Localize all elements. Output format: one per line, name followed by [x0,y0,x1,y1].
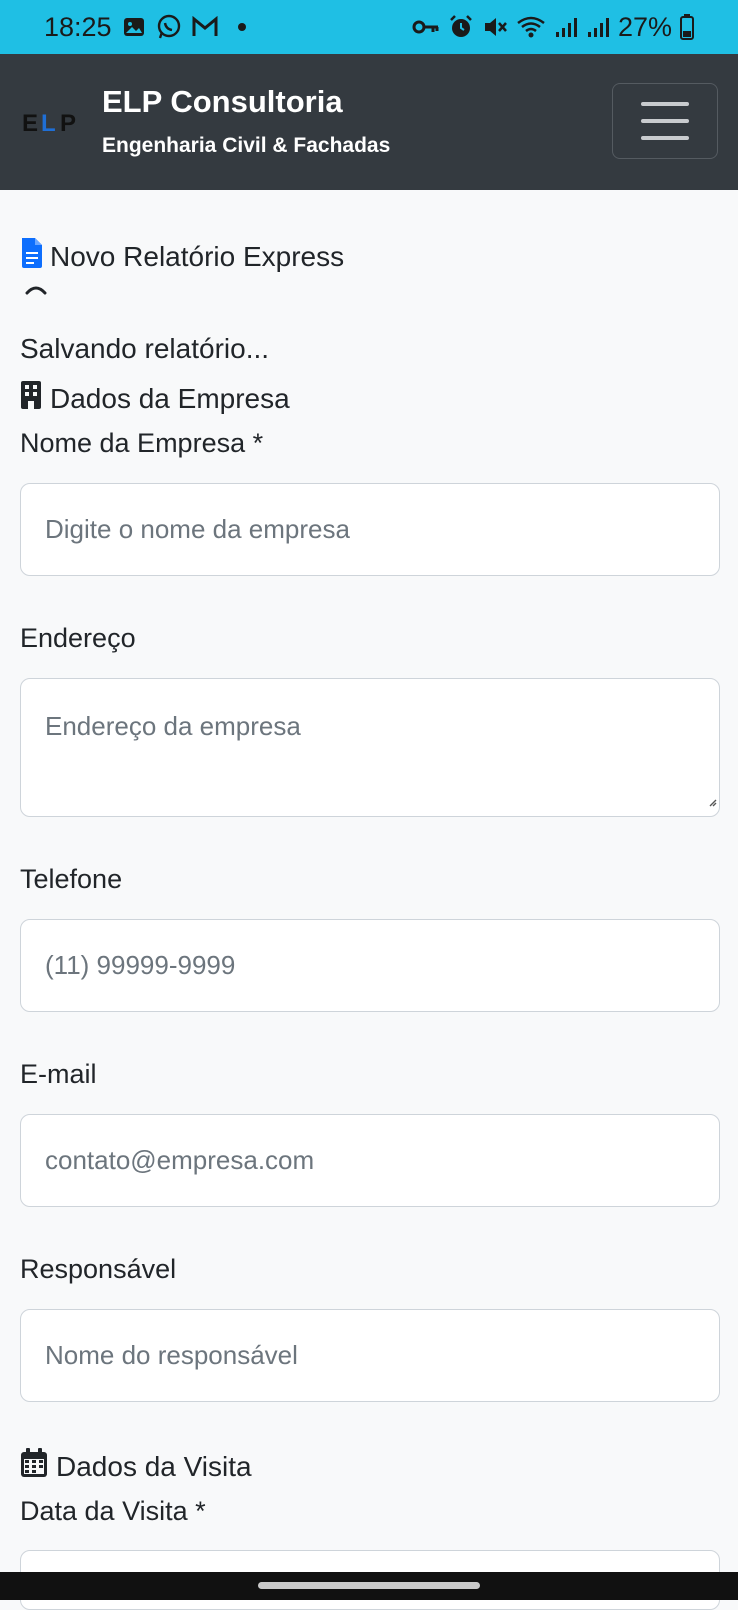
brand-subtitle: Engenharia Civil & Fachadas [102,134,391,157]
svg-text:E: E [22,110,38,135]
brand-title[interactable]: ELP Consultoria [102,84,343,120]
section-visit-title: Dados da Visita [56,1450,252,1482]
signal-icon [554,16,578,38]
phone-input[interactable]: (11) 99999-9999 [20,919,720,1012]
whatsapp-icon [156,14,182,40]
svg-text:P: P [60,110,76,135]
email-placeholder: contato@empresa.com [45,1145,315,1175]
phone-label: Telefone [20,864,123,894]
hamburger-icon [641,102,689,106]
svg-text:L: L [41,110,56,135]
alarm-icon [448,14,474,40]
key-icon [412,17,440,37]
signal-icon [586,16,610,38]
page-title-text: Novo Relatório Express [50,240,345,272]
resize-handle-icon[interactable] [707,783,717,814]
company-name-input[interactable]: Digite o nome da empresa [20,483,720,576]
gmail-icon [192,16,218,38]
address-placeholder: Endereço da empresa [45,711,301,741]
clock: 18:25 [44,11,112,42]
battery-percent: 27% [617,11,672,42]
responsible-placeholder: Nome do responsável [45,1340,298,1370]
email-label: E-mail [20,1059,97,1089]
address-label: Endereço [20,623,136,653]
brand-logo[interactable]: E L P [22,109,84,137]
address-textarea[interactable]: Endereço da empresa [20,678,720,817]
mute-icon [482,15,508,39]
home-gesture-handle[interactable] [258,1582,480,1589]
file-icon [20,238,44,275]
email-input[interactable]: contato@empresa.com [20,1114,720,1207]
wifi-icon [516,15,546,39]
gesture-bar [0,1572,738,1600]
saving-status: Salvando relatório... [20,333,270,364]
calendar-icon [20,1448,48,1485]
visit-date-label: Data da Visita * [20,1496,206,1526]
responsible-input[interactable]: Nome do responsável [20,1309,720,1402]
battery-icon [680,14,694,40]
responsible-label: Responsável [20,1254,177,1284]
section-company-title: Dados da Empresa [50,382,290,414]
loading-spinner-icon [24,282,48,300]
company-name-placeholder: Digite o nome da empresa [45,514,350,544]
menu-toggle-button[interactable] [612,83,718,159]
status-bar: 18:25 27% [0,0,738,54]
navbar: E L P ELP Consultoria Engenharia Civil &… [0,54,738,190]
phone-placeholder: (11) 99999-9999 [45,950,236,980]
notification-dot-icon [237,23,246,31]
section-visit: Dados da Visita [20,1448,252,1485]
building-icon [20,380,42,417]
image-icon [122,15,146,39]
section-company: Dados da Empresa [20,380,290,417]
page-title: Novo Relatório Express [20,238,344,275]
company-name-label: Nome da Empresa * [20,428,264,458]
